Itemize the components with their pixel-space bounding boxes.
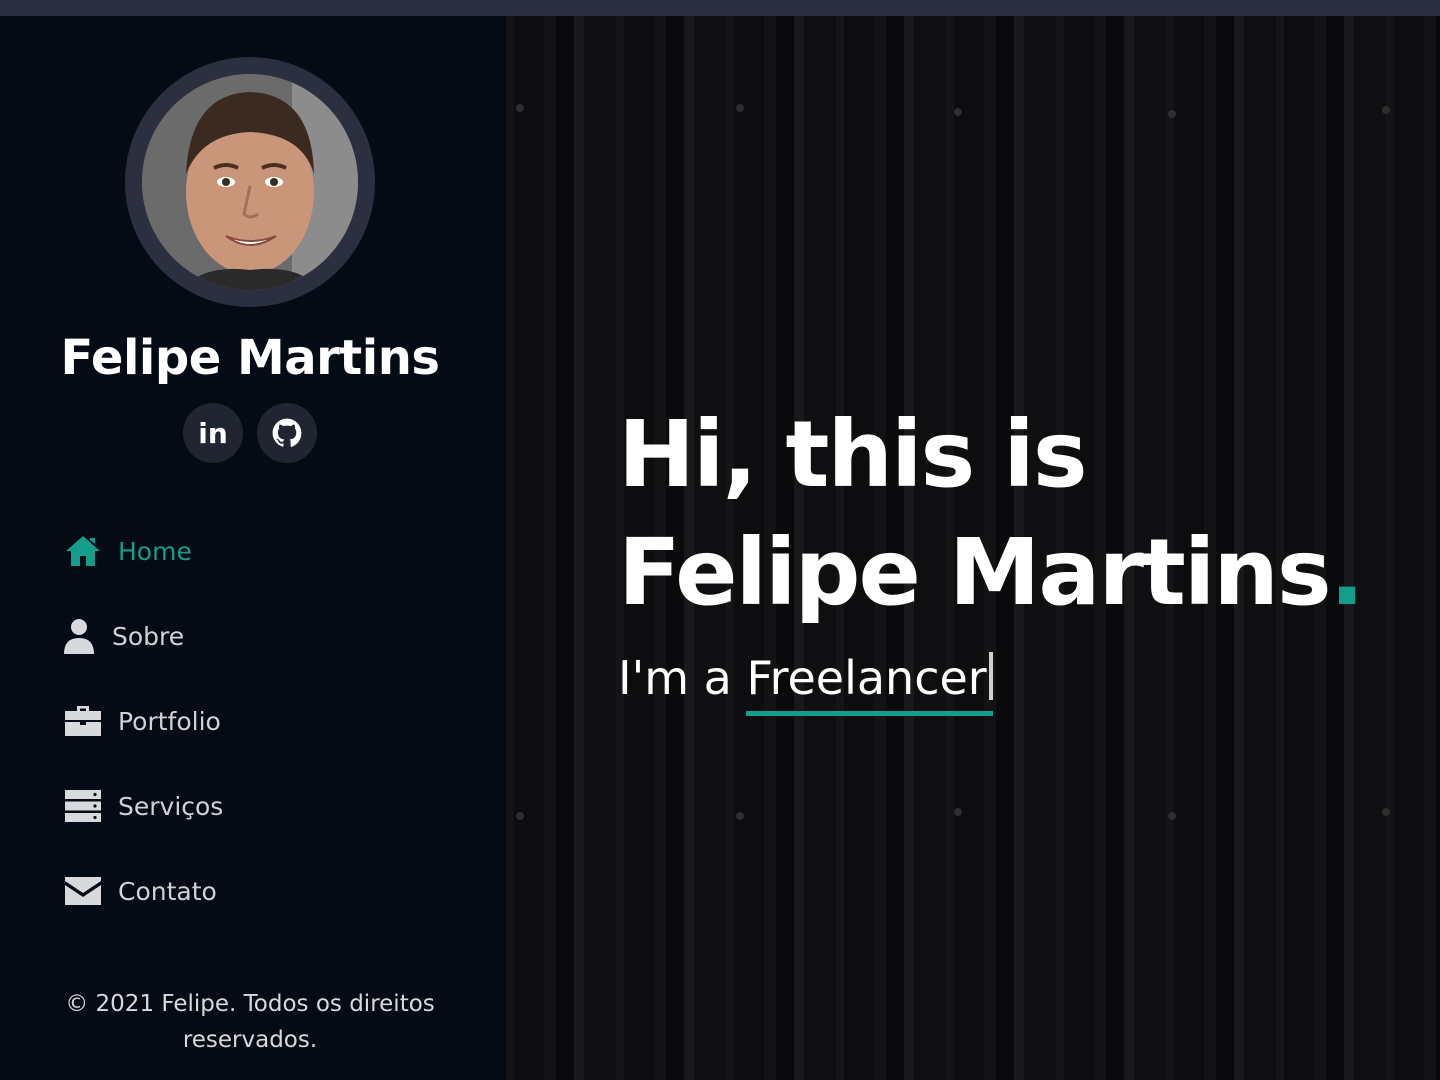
rivet — [954, 808, 962, 816]
hero-line-1: Hi, this is — [618, 401, 1088, 508]
nav-label-contato: Contato — [118, 876, 217, 906]
hero-heading: Hi, this is Felipe Martins. — [618, 396, 1365, 632]
linkedin-link[interactable]: in — [183, 403, 243, 463]
rivet — [1168, 110, 1176, 118]
nav-label-home: Home — [118, 536, 192, 566]
hero-line-2-wrap: Felipe Martins. — [618, 514, 1365, 632]
envelope-icon — [64, 872, 102, 910]
hero-line-2: Felipe Martins — [618, 519, 1332, 626]
nav-item-sobre[interactable]: Sobre — [64, 606, 444, 666]
footer-copyright: © 2021 Felipe. Todos os direitos reserva… — [40, 986, 460, 1058]
home-icon — [64, 532, 102, 570]
linkedin-icon: in — [198, 416, 228, 450]
user-icon — [64, 617, 94, 655]
portrait-image — [142, 74, 358, 290]
avatar — [125, 57, 375, 307]
sidebar: Felipe Martins in Home Sobre Portfolio S… — [0, 16, 506, 1080]
briefcase-icon — [64, 702, 102, 740]
nav-item-home[interactable]: Home — [64, 521, 444, 581]
typed-word: Freelancer — [746, 651, 987, 705]
rivet — [954, 108, 962, 116]
nav-item-contato[interactable]: Contato — [64, 861, 444, 921]
rivet — [516, 812, 524, 820]
nav-label-sobre: Sobre — [112, 621, 185, 651]
typing-cursor — [988, 652, 993, 700]
rivet — [1382, 106, 1390, 114]
profile-name: Felipe Martins — [60, 330, 440, 386]
github-icon — [272, 418, 302, 447]
typed-text: Freelancer — [746, 651, 993, 716]
nav-label-servicos: Serviços — [118, 791, 224, 821]
hero-accent-dot: . — [1329, 519, 1365, 626]
github-link[interactable] — [257, 403, 317, 463]
nav-item-servicos[interactable]: Serviços — [64, 776, 444, 836]
hero-section: Hi, this is Felipe Martins. I'm a Freela… — [506, 16, 1440, 1080]
hero-subtitle: I'm a Freelancer — [618, 651, 993, 716]
footer-line-1: © 2021 Felipe. Todos os direitos — [65, 991, 435, 1017]
nav-label-portfolio: Portfolio — [118, 706, 221, 736]
server-icon — [64, 787, 102, 825]
rivet — [736, 812, 744, 820]
rivet — [1382, 808, 1390, 816]
rivet — [1168, 812, 1176, 820]
rivet — [516, 104, 524, 112]
footer-line-2: reservados. — [182, 1027, 318, 1053]
rivet — [736, 104, 744, 112]
avatar-photo — [142, 74, 358, 290]
hero-subtitle-prefix: I'm a — [618, 651, 747, 705]
nav-item-portfolio[interactable]: Portfolio — [64, 691, 444, 751]
browser-top-bar — [0, 0, 1440, 16]
